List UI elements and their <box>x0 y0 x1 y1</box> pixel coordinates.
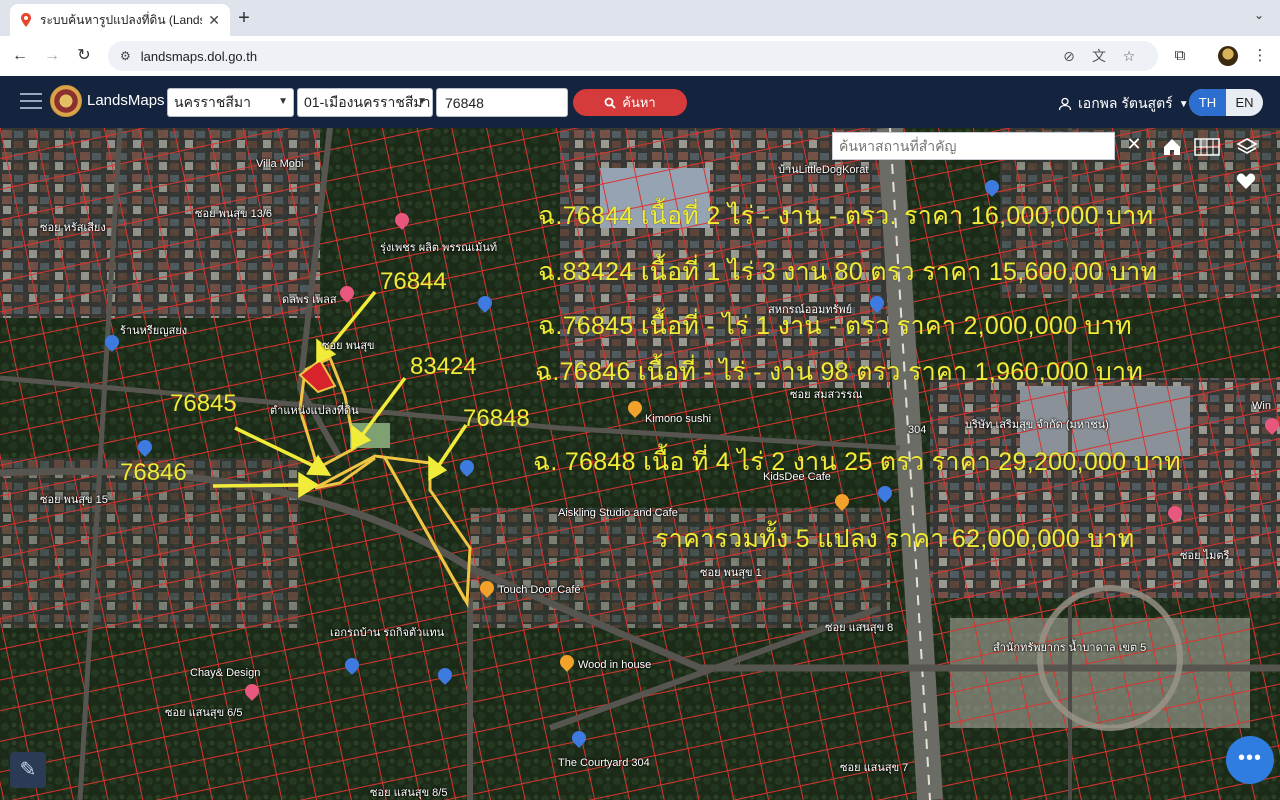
chevron-down-icon: ▼ <box>278 96 288 107</box>
map-label: 304 <box>908 424 927 436</box>
home-icon[interactable] <box>1161 132 1191 162</box>
map-label: ตำแหน่งแปลงที่ดิน <box>270 405 359 417</box>
map-label: Chay& Design <box>190 667 261 679</box>
map-label: ดลพร เพลส <box>282 294 337 306</box>
parcel-label: 76844 <box>380 268 447 295</box>
grid-icon[interactable] <box>1194 132 1224 162</box>
map-label: Kimono sushi <box>645 413 712 425</box>
address-url: landsmaps.dol.go.th <box>140 48 258 64</box>
map-label: ซอย พนสุข 15 <box>40 494 108 506</box>
translate-icon[interactable]: 文 <box>1090 47 1108 65</box>
landsmaps-logo <box>50 85 82 117</box>
annotation-line: ฉ.76845 เนื้อที่ - ไร่ 1 งาน - ตรว ราคา … <box>538 312 1132 340</box>
extensions-icon[interactable]: ⧉ <box>1170 46 1190 66</box>
user-name: เอกพล รัตนสูตร์ <box>1078 95 1173 111</box>
map-pin-icon <box>21 13 31 27</box>
map-label: ซอย พนสุข 1 <box>700 567 762 579</box>
parcel-label: 76848 <box>463 405 530 432</box>
more-options-icon[interactable]: ••• <box>1226 736 1274 784</box>
star-icon[interactable]: ☆ <box>1120 47 1138 65</box>
back-arrow-icon[interactable]: ← <box>10 46 30 66</box>
parcel-label: 76845 <box>170 390 237 417</box>
chevron-down-icon: ▼ <box>1178 98 1189 110</box>
site-info-icon[interactable]: ⚙ <box>120 49 131 63</box>
search-button[interactable]: ค้นหา <box>573 89 687 116</box>
district-select[interactable]: 01-เมืองนครราชสีมา ▼ <box>297 88 433 117</box>
new-tab-icon[interactable]: + <box>234 7 254 30</box>
language-toggle[interactable]: TH EN <box>1189 89 1263 116</box>
app-header: LandsMaps นครราชสีมา ▼ 01-เมืองนครราชสีม… <box>0 76 1280 128</box>
reload-icon[interactable]: ↻ <box>74 46 94 66</box>
parcel-number-input[interactable] <box>436 88 568 117</box>
hamburger-menu-icon[interactable] <box>20 93 42 109</box>
map-label: ร้านหรียญสยง <box>120 325 188 337</box>
map-label: The Courtyard 304 <box>558 757 650 769</box>
map-label: ซอย แสนสุข 8 <box>825 622 894 634</box>
district-value: 01-เมืองนครราชสีมา <box>304 93 431 110</box>
layers-icon[interactable] <box>1236 132 1266 162</box>
annotation-line: ฉ.76844 เนื้อที่ 2 ไร่ - งาน - ตรว. ราคา… <box>538 202 1154 230</box>
close-tab-icon[interactable]: ✕ <box>208 12 220 29</box>
annotation-line: ฉ.83424 เนื้อที่ 1 ไร่ 3 งาน 80 ตรว ราคา… <box>538 258 1158 286</box>
annotation-line: ฉ. 76848 เนื้อ ที่ 4 ไร่ 2 งาน 25 ตรว รา… <box>533 448 1181 476</box>
map-label: Win <box>1252 400 1271 412</box>
map-label: ซอย พนสุข 13/6 <box>195 208 273 220</box>
annotation-line: ฉ.76846 เนื้อที่ - ไร่ - งาน 98 ตรว ราคา… <box>535 358 1144 386</box>
browser-tab-bar: ระบบค้นหารูปแปลงที่ดิน (LandsMaps) ✕ + ⌄ <box>0 0 1280 36</box>
more-menu-icon[interactable]: ⋮ <box>1250 46 1270 66</box>
parcel-label: 76846 <box>120 459 187 486</box>
heart-icon[interactable] <box>1236 166 1266 196</box>
user-menu[interactable]: เอกพล รัตนสูตร์ ▼ <box>1058 93 1189 115</box>
map-label: ซอย หรัสเสียง <box>40 222 106 234</box>
map-label: เอกรถบ้าน รถกิจตัวแทน <box>330 627 445 639</box>
map-label: บ้านLittleDogKorat <box>778 164 869 176</box>
parcel-label: 83424 <box>410 353 477 380</box>
eye-off-icon[interactable]: ⊘ <box>1060 47 1078 65</box>
province-value: นครราชสีมา <box>174 93 251 110</box>
map-label: ซอย แสนสุข 7 <box>840 762 909 774</box>
lang-th[interactable]: TH <box>1189 89 1226 116</box>
measure-tools-icon[interactable]: ✎ <box>10 752 46 788</box>
annotation-line: ราคารวมทั้ง 5 แปลง ราคา 62,000,000 บาท <box>655 525 1135 553</box>
chevron-down-icon[interactable]: ⌄ <box>1250 8 1268 26</box>
search-label: ค้นหา <box>622 95 656 110</box>
map-label: ซอย พนสุข <box>322 340 375 352</box>
map-label: ซอย แสนสุข 6/5 <box>165 707 243 719</box>
map-label: Wood in house <box>578 659 652 671</box>
search-icon <box>604 97 616 109</box>
map-label: Touch Door Café <box>498 584 581 596</box>
tab-title: ระบบค้นหารูปแปลงที่ดิน (LandsMaps) <box>40 12 202 27</box>
place-search-input[interactable] <box>832 132 1115 160</box>
lang-en[interactable]: EN <box>1226 89 1263 116</box>
province-select[interactable]: นครราชสีมา ▼ <box>167 88 294 117</box>
map-label: ซอย ไมตรี <box>1180 550 1230 562</box>
clear-search-icon[interactable]: ✕ <box>1124 134 1144 154</box>
browser-tab[interactable]: ระบบค้นหารูปแปลงที่ดิน (LandsMaps) ✕ <box>10 4 230 36</box>
profile-avatar[interactable] <box>1218 46 1238 66</box>
map-label: ซอย แสนสุข 8/5 <box>370 787 448 799</box>
browser-toolbar: ← → ↻ ⚙ landsmaps.dol.go.th ⊘ 文 ☆ ⧉ ⋮ <box>0 36 1280 76</box>
map-label: Aiskling Studio and Cafe <box>558 507 678 519</box>
address-bar[interactable]: ⚙ landsmaps.dol.go.th ⊘ 文 ☆ <box>108 41 1158 71</box>
map-label: รุ่งเพชร ผลิต พรรณเม้นท์ <box>380 242 498 254</box>
map-label: บริษัท เสริมสุข จำกัด (มหาชน) <box>965 419 1109 431</box>
chevron-down-icon: ▼ <box>417 96 427 107</box>
forward-arrow-icon[interactable]: → <box>42 46 62 66</box>
user-icon <box>1058 97 1072 111</box>
map-canvas[interactable]: Villa Mobi ซอย พนสุข 13/6 ซอย หรัสเสียง … <box>0 128 1280 800</box>
map-label: สำนักทรัพยากร น้ำบาดาล เขต 5 <box>993 642 1147 654</box>
map-label: Villa Mobi <box>256 158 304 170</box>
brand-name: LandsMaps <box>87 92 165 109</box>
